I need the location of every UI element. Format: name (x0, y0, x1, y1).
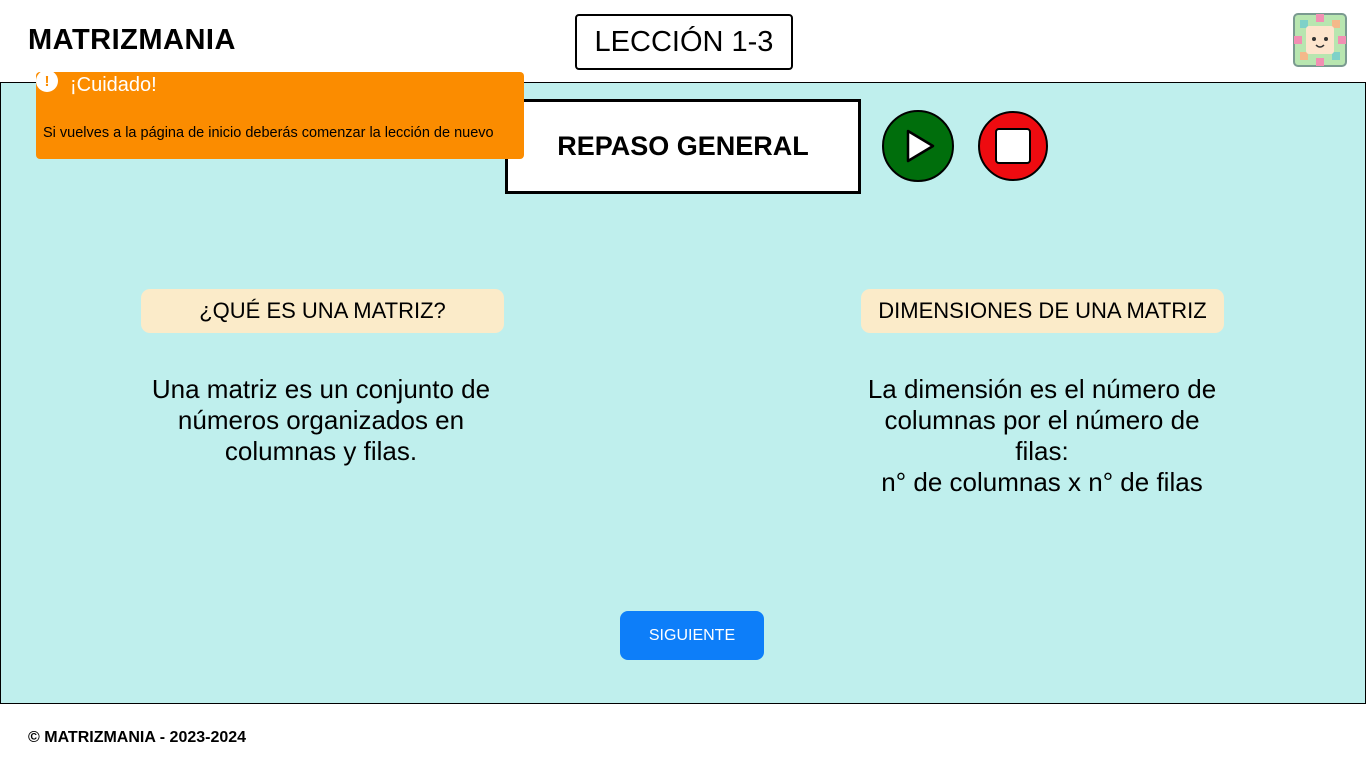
stop-button[interactable] (978, 111, 1048, 181)
stop-icon (995, 128, 1031, 164)
section-heading-what-is-matrix: ¿QUÉ ES UNA MATRIZ? (141, 289, 504, 333)
play-button[interactable] (882, 110, 954, 182)
section-heading-matrix-dimensions: DIMENSIONES DE UNA MATRIZ (861, 289, 1224, 333)
pixel-face-mascot-icon[interactable] (1292, 12, 1348, 68)
exclamation-icon: ! (36, 70, 58, 92)
lesson-label-text: LECCIÓN 1-3 (594, 25, 774, 58)
page-title-text: REPASO GENERAL (557, 131, 809, 161)
section-body-matrix-dimensions: La dimensión es el número de columnas po… (867, 374, 1217, 497)
section-heading-text: ¿QUÉ ES UNA MATRIZ? (199, 298, 446, 323)
toast-message: Si vuelves a la página de inicio deberás… (43, 125, 494, 141)
toast-title: ¡Cuidado! (70, 74, 157, 96)
section-heading-text: DIMENSIONES DE UNA MATRIZ (878, 298, 1207, 323)
footer-copyright: © MATRIZMANIA - 2023-2024 (28, 729, 247, 746)
brand-logo-text: MATRIZMANIA (28, 24, 236, 56)
next-button[interactable]: SIGUIENTE (620, 611, 764, 660)
page-title: REPASO GENERAL (505, 99, 861, 194)
lesson-label: LECCIÓN 1-3 (575, 14, 793, 70)
warning-toast[interactable]: ! ¡Cuidado! Si vuelves a la página de in… (36, 70, 524, 159)
play-icon (906, 129, 935, 163)
section-body-what-is-matrix: Una matriz es un conjunto de números org… (151, 374, 491, 466)
